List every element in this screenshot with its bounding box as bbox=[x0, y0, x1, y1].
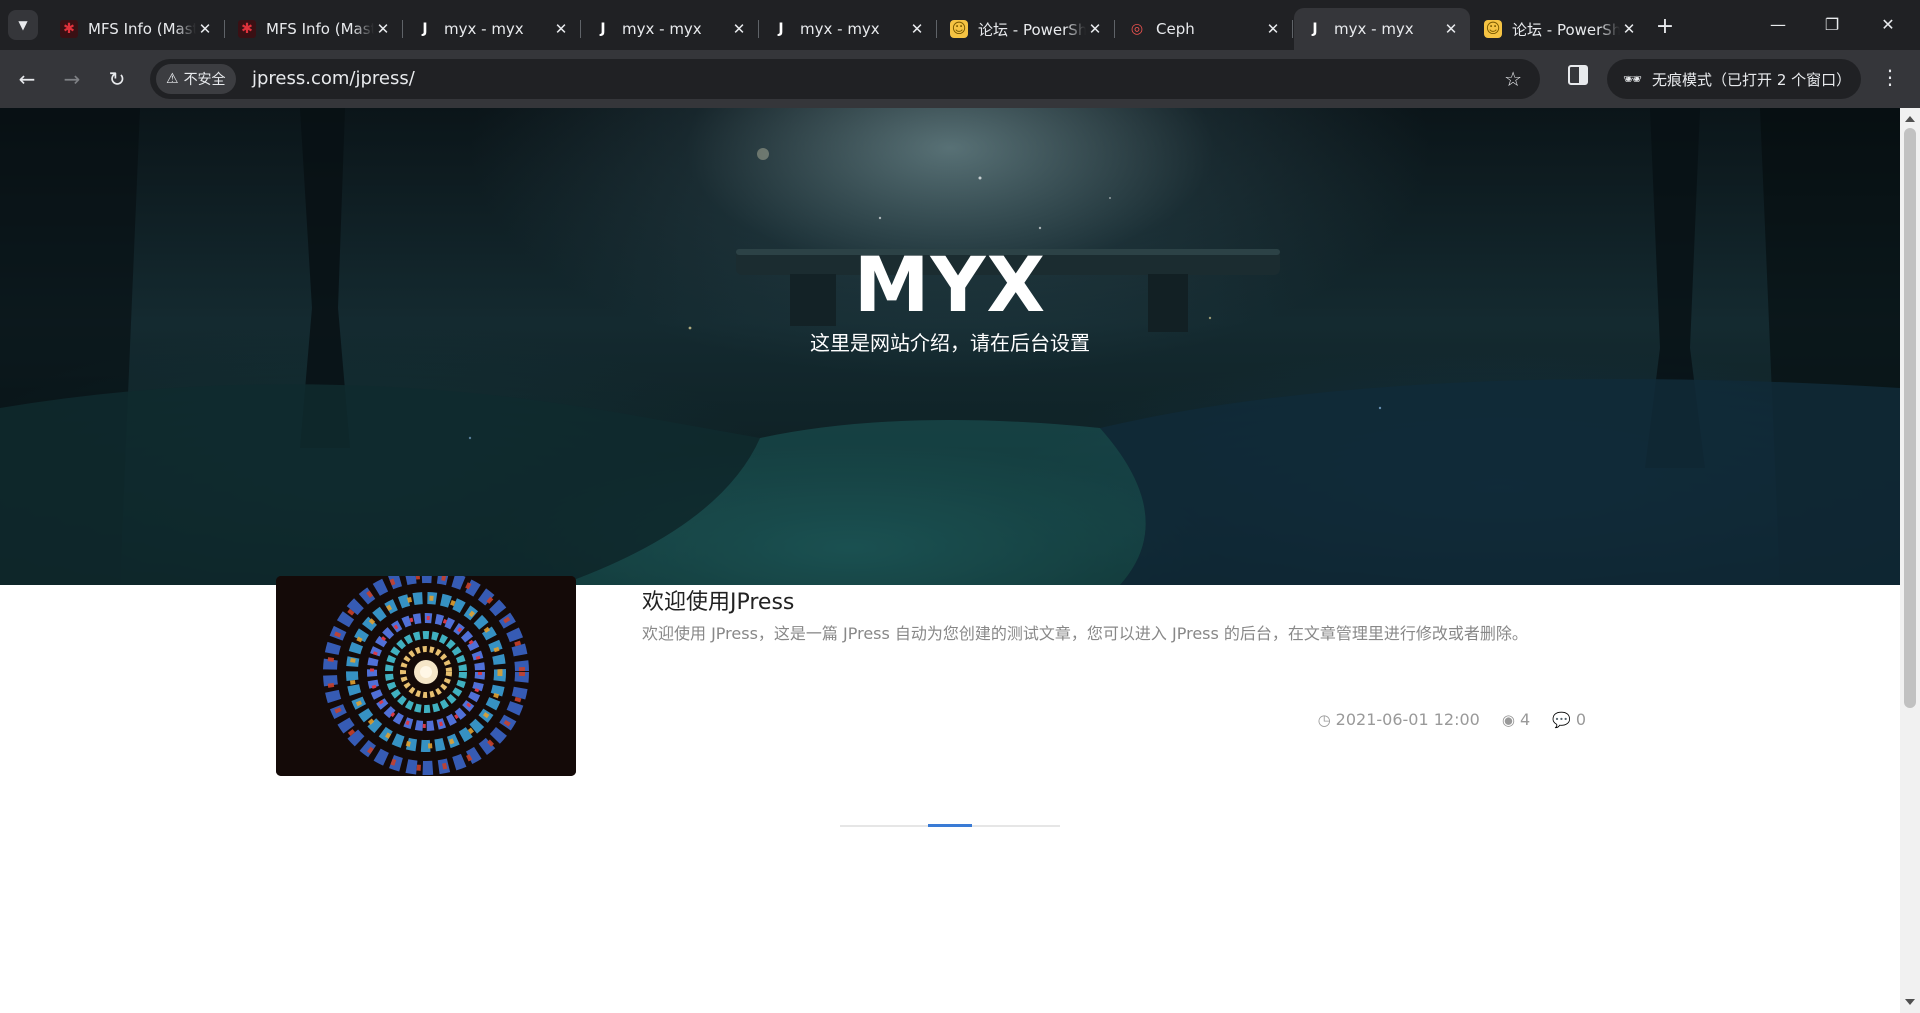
close-icon[interactable]: ✕ bbox=[552, 20, 570, 38]
tab-forum-1[interactable]: ☺ 论坛 - PowerShell ✕ bbox=[938, 8, 1115, 50]
close-icon[interactable]: ✕ bbox=[1620, 20, 1638, 38]
tab-title: Ceph bbox=[1156, 20, 1195, 38]
forward-button[interactable]: → bbox=[57, 64, 87, 94]
post-date: ◷ 2021-06-01 12:00 bbox=[1318, 710, 1480, 729]
tab-myx-1[interactable]: J myx - myx ✕ bbox=[404, 8, 581, 50]
close-icon[interactable]: ✕ bbox=[1264, 20, 1282, 38]
address-bar[interactable]: ⚠ 不安全 jpress.com/jpress/ ☆ bbox=[150, 59, 1540, 99]
page-viewport: MYX 这里是网站介绍，请在后台设置 欢迎使用JPress 欢迎使用 JPres… bbox=[0, 108, 1900, 1013]
site-security-chip[interactable]: ⚠ 不安全 bbox=[156, 64, 236, 94]
hero-banner: MYX 这里是网站介绍，请在后台设置 bbox=[0, 108, 1900, 585]
incognito-icon: 🕶 bbox=[1623, 70, 1643, 88]
minimize-button[interactable]: — bbox=[1756, 8, 1800, 40]
tab-myx-active[interactable]: J myx - myx ✕ bbox=[1294, 8, 1470, 50]
url-text[interactable]: jpress.com/jpress/ bbox=[252, 59, 415, 99]
pagination-bar bbox=[840, 824, 1060, 827]
post-date-text: 2021-06-01 12:00 bbox=[1335, 710, 1480, 729]
scroll-up-icon[interactable] bbox=[1905, 116, 1915, 122]
mfs-icon: ✱ bbox=[238, 20, 256, 38]
jpress-icon: J bbox=[422, 21, 428, 37]
close-icon[interactable]: ✕ bbox=[196, 20, 214, 38]
post-views-count: 4 bbox=[1519, 710, 1531, 729]
jpress-icon: J bbox=[778, 21, 784, 37]
tab-separator bbox=[936, 20, 937, 38]
tab-title: myx - myx bbox=[1334, 20, 1414, 38]
minimize-icon: — bbox=[1770, 14, 1786, 34]
close-icon[interactable]: ✕ bbox=[908, 20, 926, 38]
reload-icon: ↻ bbox=[108, 67, 126, 91]
tab-mfs-info-1[interactable]: ✱ MFS Info (Master ✕ bbox=[48, 8, 225, 50]
scrollbar-thumb[interactable] bbox=[1904, 128, 1916, 708]
tab-title: myx - myx bbox=[622, 20, 702, 38]
restore-button[interactable]: ❐ bbox=[1810, 8, 1854, 40]
plus-icon: + bbox=[1655, 13, 1675, 39]
page-scrollbar[interactable] bbox=[1900, 108, 1920, 1013]
tab-mfs-info-2[interactable]: ✱ MFS Info (Master ✕ bbox=[226, 8, 403, 50]
tab-forum-2[interactable]: ☺ 论坛 - PowerShell ✕ bbox=[1472, 8, 1648, 50]
close-icon: ✕ bbox=[1881, 14, 1895, 34]
menu-kebab-icon[interactable]: ⋮ bbox=[1880, 65, 1900, 89]
browser-toolbar: ← → ↻ ⚠ 不安全 jpress.com/jpress/ ☆ 🕶 无痕模式（… bbox=[0, 50, 1920, 108]
post-comments[interactable]: 💬 0 bbox=[1552, 710, 1586, 729]
restore-icon: ❐ bbox=[1824, 14, 1840, 34]
scroll-down-icon[interactable] bbox=[1905, 999, 1915, 1005]
chevron-down-icon: ▼ bbox=[18, 18, 28, 32]
post-item: 欢迎使用JPress 欢迎使用 JPress，这是一篇 JPress 自动为您创… bbox=[276, 576, 1586, 776]
tab-title: 论坛 - PowerShell bbox=[978, 20, 1086, 39]
comment-icon: 💬 bbox=[1552, 710, 1571, 729]
tab-separator bbox=[758, 20, 759, 38]
forum-icon: ☺ bbox=[950, 20, 968, 38]
tab-separator bbox=[402, 20, 403, 38]
tab-search-button[interactable]: ▼ bbox=[8, 10, 38, 40]
tab-separator bbox=[1292, 20, 1293, 38]
post-title-link[interactable]: 欢迎使用JPress bbox=[642, 584, 794, 616]
new-tab-button[interactable]: + bbox=[1652, 13, 1678, 39]
close-icon[interactable]: ✕ bbox=[374, 20, 392, 38]
mfs-icon: ✱ bbox=[60, 20, 78, 38]
close-icon[interactable]: ✕ bbox=[1086, 20, 1104, 38]
tab-myx-3[interactable]: J myx - myx ✕ bbox=[760, 8, 937, 50]
post-views: ◉ 4 bbox=[1502, 710, 1530, 729]
reload-button[interactable]: ↻ bbox=[102, 64, 132, 94]
jpress-icon: J bbox=[600, 21, 606, 37]
clock-icon: ◷ bbox=[1317, 710, 1331, 729]
tab-separator bbox=[1114, 20, 1115, 38]
tab-title: myx - myx bbox=[444, 20, 524, 38]
close-icon[interactable]: ✕ bbox=[730, 20, 748, 38]
forum-icon: ☺ bbox=[1484, 20, 1502, 38]
tab-title: MFS Info (Master bbox=[266, 20, 374, 38]
security-label: 不安全 bbox=[183, 72, 226, 88]
close-icon[interactable]: ✕ bbox=[1442, 20, 1460, 38]
ceph-icon: ◎ bbox=[1130, 21, 1144, 37]
post-thumbnail[interactable] bbox=[276, 576, 576, 776]
bookmark-star-icon[interactable]: ☆ bbox=[1504, 67, 1522, 91]
site-title: MYX bbox=[853, 240, 1047, 329]
site-description: 这里是网站介绍，请在后台设置 bbox=[810, 331, 1090, 355]
post-excerpt: 欢迎使用 JPress，这是一篇 JPress 自动为您创建的测试文章，您可以进… bbox=[642, 624, 1528, 643]
jpress-icon: J bbox=[1312, 21, 1318, 37]
tab-strip: ▼ ✱ MFS Info (Master ✕ ✱ MFS Info (Maste… bbox=[0, 0, 1920, 50]
close-window-button[interactable]: ✕ bbox=[1866, 8, 1910, 40]
incognito-indicator[interactable]: 🕶 无痕模式（已打开 2 个窗口） bbox=[1607, 59, 1861, 99]
tab-title: myx - myx bbox=[800, 20, 880, 38]
side-panel-icon[interactable] bbox=[1568, 65, 1588, 85]
tab-separator bbox=[224, 20, 225, 38]
warning-icon: ⚠ bbox=[166, 71, 179, 87]
arrow-right-icon: → bbox=[63, 67, 81, 91]
tab-title: MFS Info (Master bbox=[88, 20, 196, 38]
tab-ceph[interactable]: ◎ Ceph ✕ bbox=[1116, 8, 1293, 50]
eye-icon: ◉ bbox=[1501, 710, 1515, 729]
incognito-label: 无痕模式（已打开 2 个窗口） bbox=[1652, 70, 1852, 89]
pagination-current[interactable] bbox=[928, 824, 972, 827]
spiral-stained-glass-image bbox=[276, 576, 576, 776]
tab-myx-2[interactable]: J myx - myx ✕ bbox=[582, 8, 759, 50]
tab-title: 论坛 - PowerShell bbox=[1512, 20, 1620, 39]
tab-separator bbox=[580, 20, 581, 38]
back-button[interactable]: ← bbox=[12, 64, 42, 94]
post-comments-count: 0 bbox=[1575, 710, 1586, 729]
post-meta: ◷ 2021-06-01 12:00 ◉ 4 💬 0 bbox=[1318, 710, 1586, 729]
arrow-left-icon: ← bbox=[18, 67, 36, 91]
